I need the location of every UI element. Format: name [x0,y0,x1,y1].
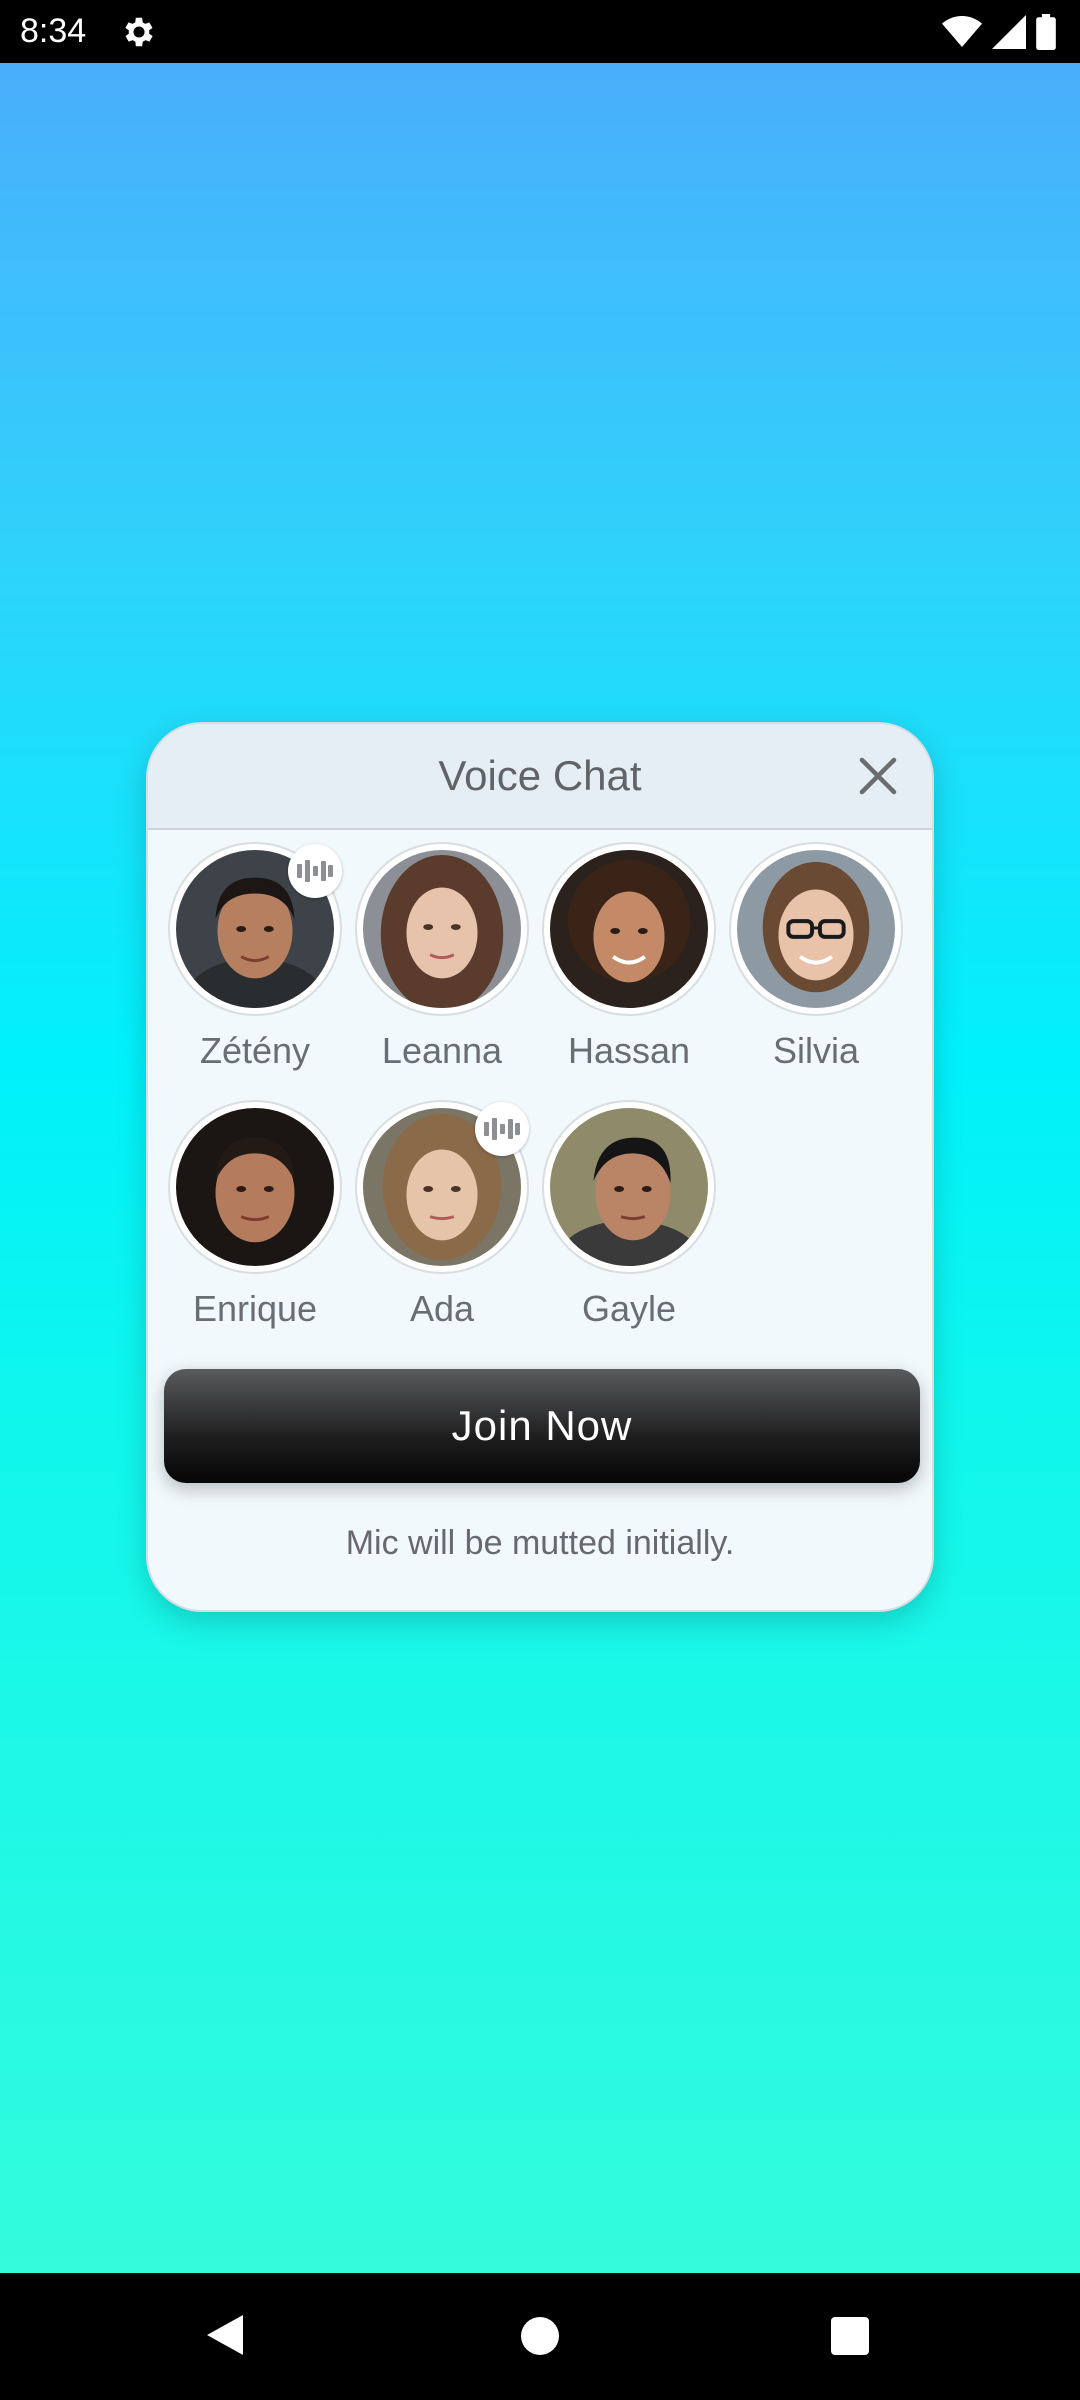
join-now-button[interactable]: Join Now [164,1369,920,1483]
participant-tile[interactable]: Hassan [544,844,720,1074]
participant-name: Enrique [192,1288,318,1329]
navigation-bar [0,2273,1080,2400]
participant-tile[interactable]: Ada [357,1102,533,1332]
mic-muted-note: Mic will be mutted initially. [345,1524,735,1562]
speaking-indicator [475,1102,529,1156]
avatar-image [550,1108,708,1266]
audio-wave-icon [297,860,333,882]
close-button[interactable] [854,752,902,800]
status-time: 8:34 [20,12,87,50]
voice-chat-dialog: Voice Chat Zétény Leanna Hassan Silvia E… [146,722,934,1612]
participant-name: Hassan [567,1030,691,1071]
signal-icon [992,15,1026,49]
battery-icon [1036,14,1056,50]
participant-tile[interactable]: Silvia [731,844,907,1074]
avatar-image [737,850,895,1008]
avatar-image [550,850,708,1008]
participant-tile[interactable]: Gayle [544,1102,720,1332]
participant-name: Leanna [381,1030,503,1071]
settings-icon [120,13,158,51]
avatar [731,844,901,1014]
avatar [357,844,527,1014]
avatar [170,1102,340,1272]
participant-name: Silvia [772,1030,860,1071]
audio-wave-icon [484,1118,520,1140]
home-button[interactable] [521,2317,559,2355]
dialog-header: Voice Chat [148,724,932,830]
status-icons [942,12,1056,52]
dialog-title: Voice Chat [438,752,642,799]
status-bar: 8:34 [0,0,1080,63]
participant-tile[interactable]: Leanna [357,844,533,1074]
back-button[interactable] [203,2311,247,2359]
participant-name: Zétény [199,1030,311,1071]
participant-name: Ada [409,1288,475,1329]
close-icon [859,757,897,795]
avatar [544,1102,714,1272]
avatar-image [363,850,521,1008]
avatar-image [176,1108,334,1266]
speaking-indicator [288,844,342,898]
participant-tile[interactable]: Zétény [170,844,346,1074]
participant-tile[interactable]: Enrique [170,1102,346,1332]
participant-name: Gayle [581,1288,677,1329]
wifi-icon [942,16,982,47]
back-icon [207,2315,243,2355]
recent-apps-button[interactable] [831,2317,869,2355]
avatar [544,844,714,1014]
